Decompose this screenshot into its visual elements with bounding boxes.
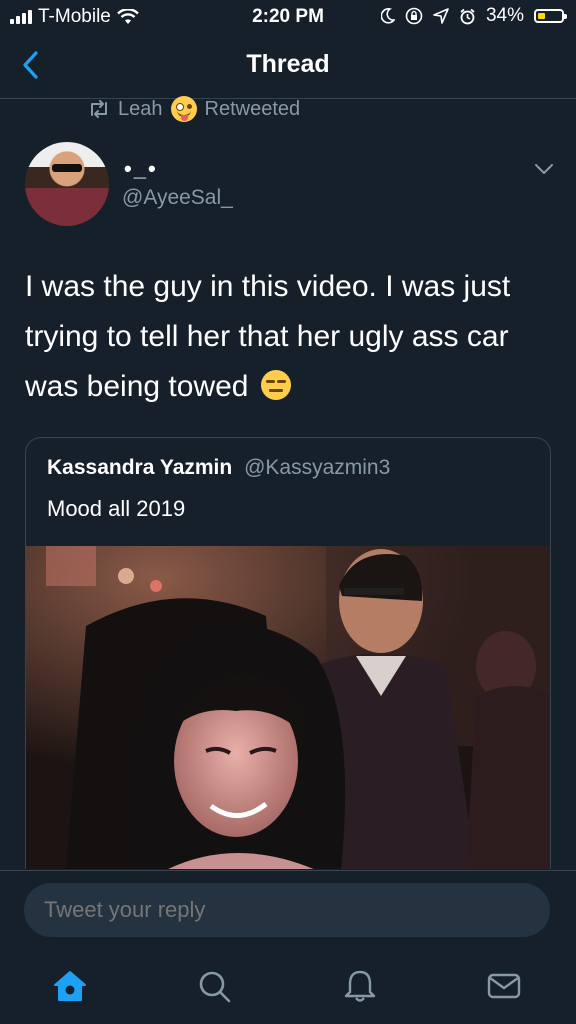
page-title: Thread <box>246 50 330 78</box>
rotation-lock-icon <box>405 7 423 25</box>
alarm-icon <box>460 8 475 24</box>
status-right: 34% <box>380 5 567 27</box>
reply-bar <box>0 870 576 951</box>
quoted-tweet-text: Mood all 2019 <box>47 496 186 521</box>
author-name[interactable]: •_• <box>124 156 158 182</box>
battery-percent: 34% <box>485 5 524 26</box>
chevron-down-icon[interactable] <box>534 162 554 176</box>
avatar[interactable] <box>25 142 109 226</box>
moon-icon <box>380 8 395 24</box>
retweeter-name: Leah <box>118 97 163 120</box>
retweet-icon <box>91 100 107 118</box>
status-bar: T-Mobile 2:20 PM 34% <box>0 0 576 34</box>
nav-bar: Thread <box>0 34 576 99</box>
quoted-author-handle: @Kassyazmin3 <box>244 456 391 479</box>
quoted-tweet[interactable]: Kassandra Yazmin @Kassyazmin3 Mood all 2… <box>25 437 551 869</box>
location-icon <box>433 8 449 24</box>
battery-fill <box>538 13 545 19</box>
quoted-tweet-header: Kassandra Yazmin @Kassyazmin3 <box>47 456 390 480</box>
search-icon[interactable] <box>196 968 232 1004</box>
messages-icon[interactable] <box>486 968 522 1004</box>
video-thumbnail-image <box>26 546 550 869</box>
reply-input[interactable] <box>24 883 550 937</box>
tweet-text: I was the guy in this video. I was just … <box>25 262 555 412</box>
battery-icon <box>534 9 567 23</box>
quoted-author-name: Kassandra Yazmin <box>47 456 233 479</box>
tab-bar <box>0 950 576 1024</box>
expressionless-face-emoji <box>260 370 291 400</box>
zany-face-emoji <box>170 96 197 122</box>
notifications-icon[interactable] <box>342 968 378 1004</box>
retweeted-label: Retweeted <box>204 97 301 120</box>
avatar-glasses <box>52 164 82 172</box>
retweet-context[interactable]: Leah Retweeted <box>88 96 300 122</box>
author-handle[interactable]: @AyeeSal_ <box>122 186 233 210</box>
home-icon[interactable] <box>52 968 88 1004</box>
video-thumbnail[interactable] <box>26 546 550 869</box>
